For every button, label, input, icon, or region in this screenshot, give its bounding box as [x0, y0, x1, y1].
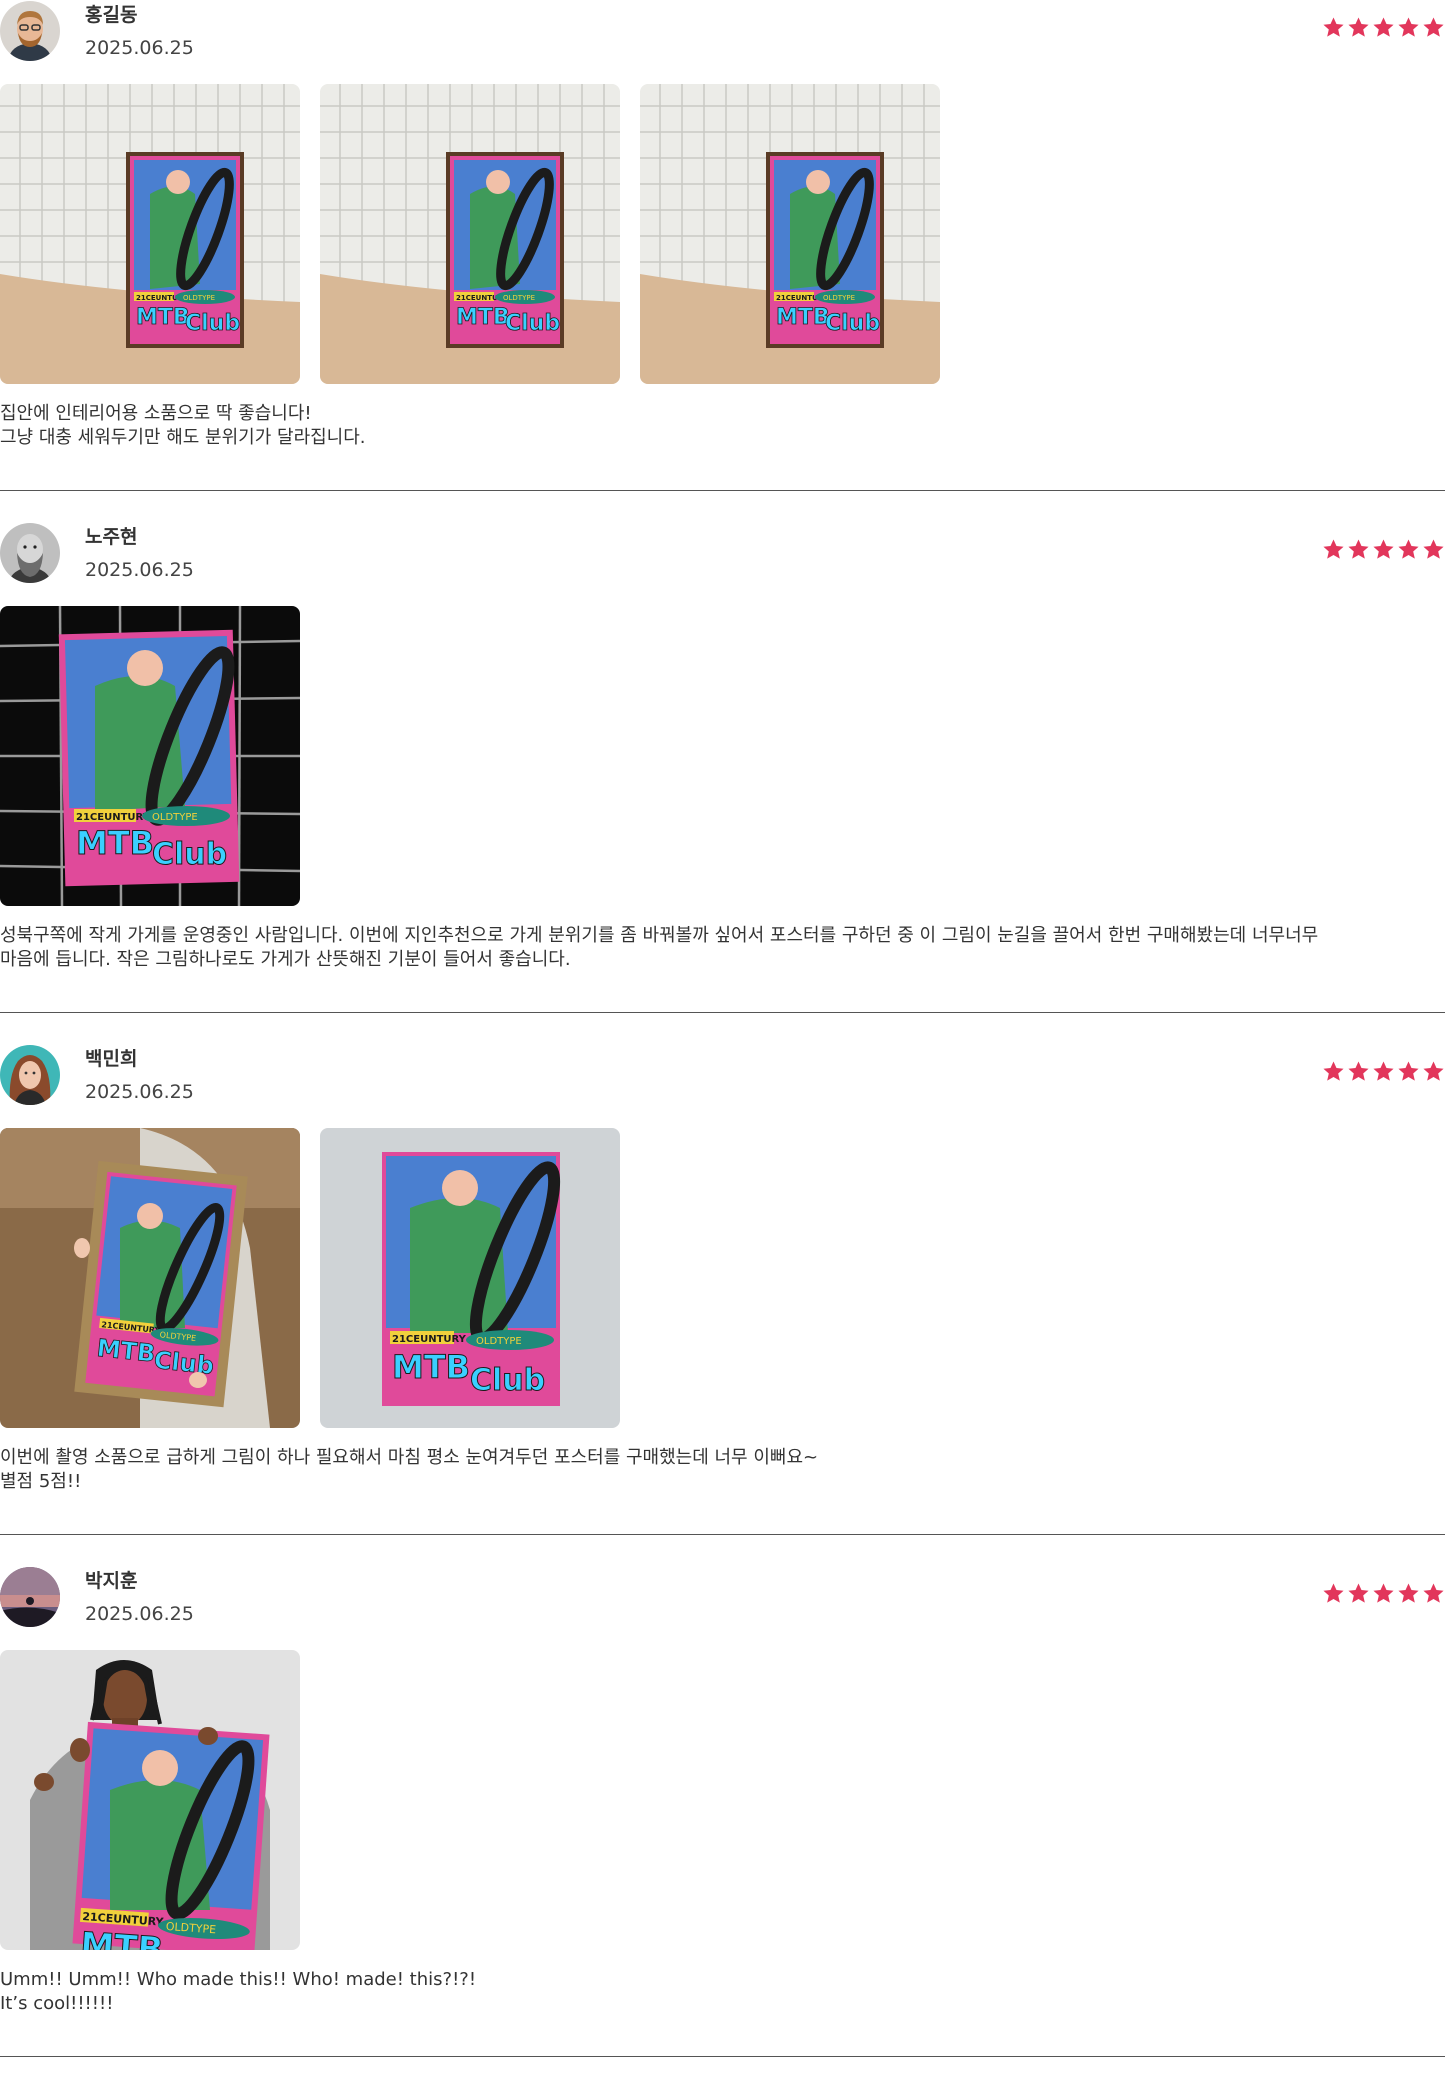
review-text: 집안에 인테리어용 소품으로 딱 좋습니다! 그냥 대충 세워두기만 해도 분위…	[0, 403, 366, 448]
star-icon	[1348, 1583, 1369, 1603]
review-header: 박지훈 2025.06.25	[0, 1566, 1445, 1628]
review-photo[interactable]: 21CEUNTURY OLDTYPE MTB Club	[0, 1128, 300, 1428]
svg-text:Club: Club	[825, 311, 880, 336]
review-photo[interactable]: 21CEUNTURY OLDTYPE MTB Club	[0, 84, 300, 384]
review-divider	[0, 1534, 1445, 1535]
svg-text:MTB: MTB	[76, 824, 154, 862]
star-icon	[1323, 539, 1344, 559]
svg-text:MTB: MTB	[136, 305, 190, 330]
star-icon	[1373, 17, 1394, 37]
svg-text:OLDTYPE: OLDTYPE	[476, 1336, 522, 1347]
svg-text:OLDTYPE: OLDTYPE	[823, 294, 855, 302]
svg-text:Club: Club	[505, 311, 560, 336]
star-rating	[1322, 1582, 1445, 1608]
svg-text:OLDTYPE: OLDTYPE	[152, 812, 198, 823]
star-icon	[1398, 1061, 1419, 1081]
review-list: 홍길동 2025.06.25 21CEUNTURY OLDTYPE MTB Cl…	[0, 0, 1445, 2088]
review-divider	[0, 1012, 1445, 1013]
svg-text:Club: Club	[185, 311, 240, 336]
star-icon	[1348, 539, 1369, 559]
star-rating	[1322, 1060, 1445, 1086]
review-date: 2025.06.25	[85, 37, 194, 59]
star-rating	[1322, 538, 1445, 564]
star-icon	[1348, 1061, 1369, 1081]
person-holding-framed-poster-photo: 21CEUNTURY OLDTYPE MTB Club	[0, 1128, 300, 1428]
review-text: 이번에 촬영 소품으로 급하게 그림이 하나 필요해서 마침 평소 눈여겨두던 …	[0, 1447, 819, 1492]
review-item: 백민희 2025.06.25 21CEUNTURY OLDTYPE MTB Cl…	[0, 1044, 1445, 1566]
avatar[interactable]	[0, 1045, 60, 1105]
man-holding-poster-photo: 21CEUNTURY OLDTYPE MTB	[0, 1650, 300, 1950]
review-photo[interactable]: 21CEUNTURY OLDTYPE MTB	[0, 1650, 300, 1950]
star-icon	[1423, 1583, 1444, 1603]
star-icon	[1398, 1583, 1419, 1603]
review-date: 2025.06.25	[85, 1603, 194, 1625]
star-icon	[1398, 539, 1419, 559]
star-icon	[1323, 1061, 1344, 1081]
reviewer-name: 노주현	[85, 526, 138, 548]
avatar[interactable]	[0, 1, 60, 61]
reviewer-name: 박지훈	[85, 1570, 138, 1592]
svg-text:21CEUNTURY: 21CEUNTURY	[76, 812, 151, 823]
reviewer-name: 백민희	[85, 1048, 138, 1070]
svg-text:Club: Club	[152, 837, 227, 872]
review-photo[interactable]: 21CEUNTURY OLDTYPE MTB Club	[320, 1128, 620, 1428]
review-photo[interactable]: 21CEUNTURY OLDTYPE MTB Club	[640, 84, 940, 384]
svg-text:MTB: MTB	[456, 305, 510, 330]
review-header: 백민희 2025.06.25	[0, 1044, 1445, 1106]
poster-on-black-grid-photo: 21CEUNTURY OLDTYPE MTB Club	[0, 606, 300, 906]
avatar[interactable]	[0, 1567, 60, 1627]
review-photo[interactable]: 21CEUNTURY OLDTYPE MTB Club	[320, 84, 620, 384]
svg-text:21CEUNTURY: 21CEUNTURY	[392, 1334, 467, 1345]
avatar[interactable]	[0, 523, 60, 583]
poster-on-tiled-wall-photo: 21CEUNTURY OLDTYPE MTB Club	[640, 84, 940, 384]
review-header: 노주현 2025.06.25	[0, 522, 1445, 584]
avatar-image	[0, 1, 60, 61]
review-divider	[0, 2056, 1445, 2057]
review-divider	[0, 490, 1445, 491]
star-icon	[1398, 17, 1419, 37]
review-photo[interactable]: 21CEUNTURY OLDTYPE MTB Club	[0, 606, 300, 906]
star-icon	[1423, 17, 1444, 37]
svg-text:MTB: MTB	[776, 305, 830, 330]
review-text: Umm!! Umm!! Who made this!! Who! made! t…	[0, 1969, 477, 2014]
poster-on-gray-background-photo: 21CEUNTURY OLDTYPE MTB Club	[320, 1128, 620, 1428]
star-icon	[1323, 1583, 1344, 1603]
review-item: 노주현 2025.06.25 21CEUNTURY OLDTYPE MTB Cl…	[0, 522, 1445, 1044]
star-icon	[1423, 1061, 1444, 1081]
review-item: 박지훈 2025.06.25 21CEUNTURY OLDTYPE MTB Um…	[0, 1566, 1445, 2088]
poster-on-tiled-wall-photo: 21CEUNTURY OLDTYPE MTB Club	[320, 84, 620, 384]
svg-text:MTB: MTB	[392, 1348, 470, 1386]
avatar-image	[0, 1567, 60, 1627]
star-icon	[1373, 539, 1394, 559]
star-icon	[1373, 1583, 1394, 1603]
review-date: 2025.06.25	[85, 1081, 194, 1103]
svg-text:OLDTYPE: OLDTYPE	[183, 294, 215, 302]
star-rating	[1322, 16, 1445, 42]
star-icon	[1323, 17, 1344, 37]
review-text: 성북구쪽에 작게 가게를 운영중인 사람입니다. 이번에 지인추천으로 가게 분…	[0, 925, 1319, 970]
reviewer-name: 홍길동	[85, 4, 138, 26]
star-icon	[1373, 1061, 1394, 1081]
review-item: 홍길동 2025.06.25 21CEUNTURY OLDTYPE MTB Cl…	[0, 0, 1445, 522]
review-date: 2025.06.25	[85, 559, 194, 581]
star-icon	[1423, 539, 1444, 559]
svg-text:Club: Club	[470, 1363, 545, 1398]
poster-on-tiled-wall-photo: 21CEUNTURY OLDTYPE MTB Club	[0, 84, 300, 384]
review-header: 홍길동 2025.06.25	[0, 0, 1445, 62]
svg-text:OLDTYPE: OLDTYPE	[503, 294, 535, 302]
star-icon	[1348, 17, 1369, 37]
avatar-image	[0, 1045, 60, 1105]
avatar-image	[0, 523, 60, 583]
